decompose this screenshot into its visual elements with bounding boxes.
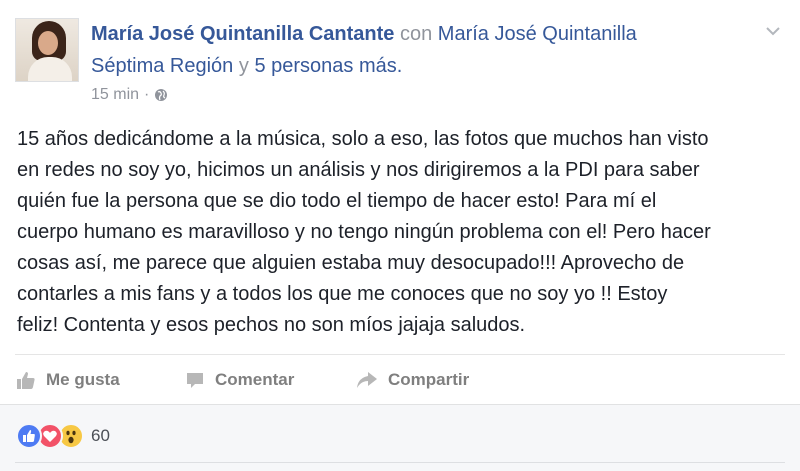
post-header-line-1: María José Quintanilla Cantante con Marí… (91, 21, 751, 47)
like-button[interactable]: Me gusta (16, 366, 120, 394)
thumbs-up-icon (17, 372, 35, 389)
others-link[interactable]: 5 personas más. (254, 55, 402, 77)
meta-separator: · (144, 86, 150, 103)
reactions-summary[interactable]: 60 (16, 423, 110, 449)
share-button[interactable]: Compartir (356, 366, 469, 394)
tagged-person-link[interactable]: María José Quintanilla (438, 23, 637, 45)
reactions-bar (0, 404, 800, 471)
post-body-line: en redes no soy yo, hicimos un análisis … (17, 159, 700, 181)
footer-divider (15, 462, 785, 463)
post-body-line: contarles a mis fans y a todos los que m… (17, 283, 668, 305)
facebook-post: María José Quintanilla Cantante con Marí… (0, 0, 800, 471)
tagged-person-link-cont[interactable]: Séptima Región (91, 55, 233, 77)
comment-button[interactable]: Comentar (185, 366, 294, 394)
globe-icon[interactable] (154, 88, 168, 102)
share-label: Compartir (388, 370, 470, 389)
with-label: con (399, 23, 433, 45)
chevron-down-icon[interactable] (764, 22, 782, 40)
comment-label: Comentar (215, 370, 295, 389)
post-body-line: quién fue la persona que se dio todo el … (17, 190, 657, 212)
post-body: 15 años dedicándome a la música, solo a … (17, 124, 787, 341)
like-reaction-icon (16, 423, 42, 449)
avatar[interactable] (15, 18, 79, 82)
and-label: y (238, 55, 249, 77)
post-body-line: 15 años dedicándome a la música, solo a … (17, 128, 709, 150)
action-divider (15, 354, 785, 355)
timestamp[interactable]: 15 min (91, 86, 139, 104)
post-header-line-2: Séptima Región y 5 personas más. (91, 53, 751, 79)
post-body-line: cosas así, me parece que alguien estaba … (17, 252, 685, 274)
reaction-count[interactable]: 60 (91, 426, 110, 446)
post-body-line: feliz! Contenta y esos pechos no son mío… (17, 314, 526, 336)
post-body-line: cuerpo humano es maravilloso y no tengo … (17, 221, 711, 243)
post-meta: 15 min · (91, 86, 168, 104)
share-icon (357, 372, 377, 388)
comment-icon (187, 373, 203, 388)
avatar-face (38, 31, 58, 55)
author-name-link[interactable]: María José Quintanilla Cantante (91, 23, 394, 45)
like-label: Me gusta (46, 370, 120, 389)
avatar-body (28, 57, 72, 81)
